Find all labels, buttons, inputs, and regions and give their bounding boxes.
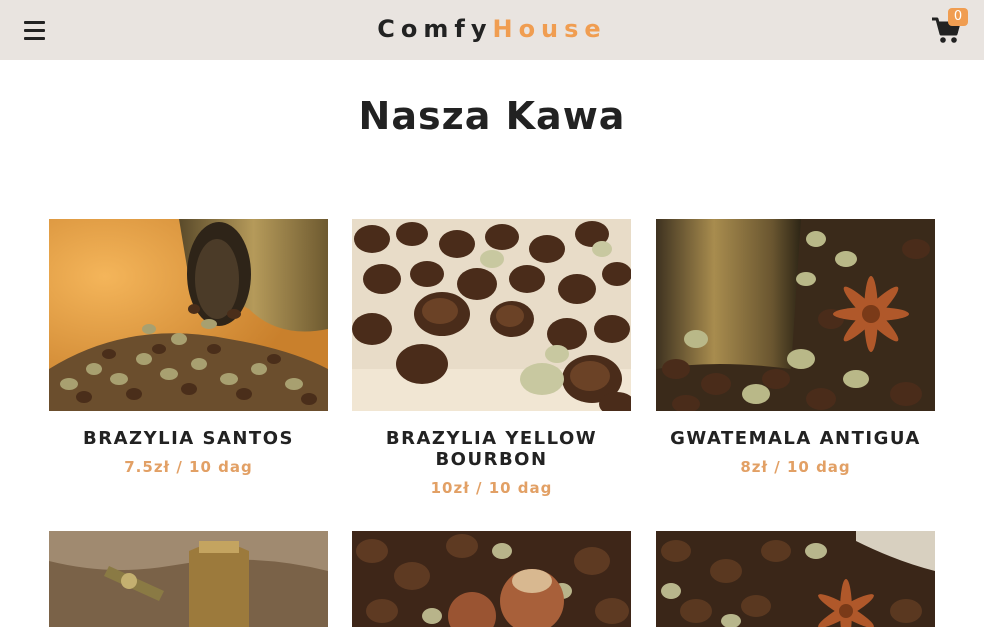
product-name: BRAZYLIA YELLOW BOURBON: [385, 428, 598, 470]
logo-part-house: House: [492, 15, 607, 43]
product-image[interactable]: [656, 531, 935, 627]
product-card: GWATEMALA ANTIGUA 8zł / 10 dag: [656, 219, 935, 476]
product-card: [352, 531, 631, 627]
cart-count-badge: 0: [948, 8, 968, 26]
product-card: [49, 531, 328, 627]
section-title: Nasza Kawa: [358, 94, 626, 138]
product-name: BRAZYLIA SANTOS: [83, 428, 294, 449]
product-card: [656, 531, 935, 627]
product-price: 8zł / 10 dag: [740, 458, 851, 476]
product-image[interactable]: [656, 219, 935, 411]
product-price: 7.5zł / 10 dag: [124, 458, 253, 476]
product-name: GWATEMALA ANTIGUA: [670, 428, 921, 449]
product-image[interactable]: [352, 531, 631, 627]
product-card: BRAZYLIA SANTOS 7.5zł / 10 dag: [49, 219, 328, 476]
product-image[interactable]: [49, 219, 328, 411]
logo-part-comfy: Comfy: [377, 15, 493, 43]
product-image[interactable]: [352, 219, 631, 411]
navbar: ComfyHouse 0: [0, 0, 984, 60]
product-price: 10zł / 10 dag: [430, 479, 553, 497]
logo[interactable]: ComfyHouse: [0, 14, 984, 44]
product-image[interactable]: [49, 531, 328, 627]
product-card: BRAZYLIA YELLOW BOURBON 10zł / 10 dag: [352, 219, 631, 497]
